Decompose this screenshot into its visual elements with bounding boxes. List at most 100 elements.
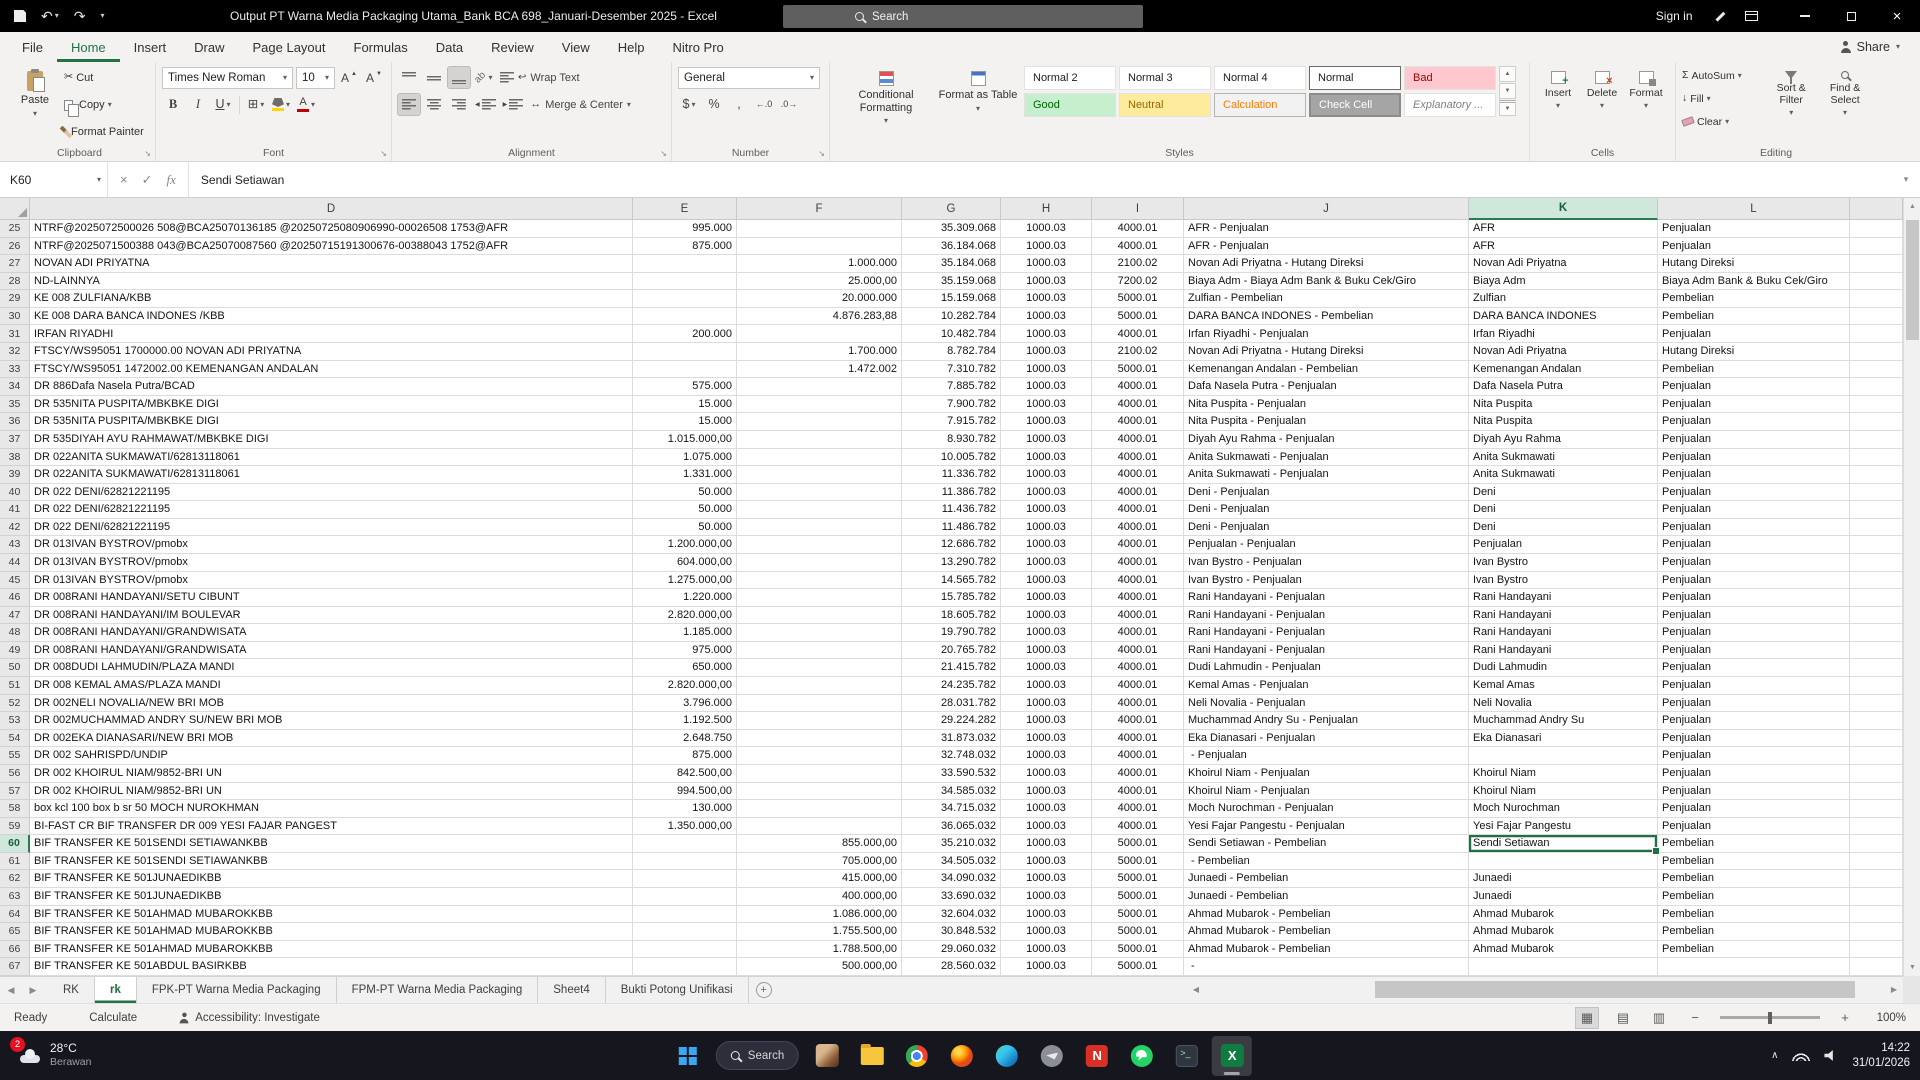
cell-K53[interactable]: Muchammad Andry Su: [1469, 712, 1658, 730]
column-header-d[interactable]: D: [30, 198, 633, 220]
cell-K44[interactable]: Ivan Bystro: [1469, 554, 1658, 572]
row-header-35[interactable]: 35: [0, 396, 30, 414]
cell-I46[interactable]: 4000.01: [1092, 589, 1184, 607]
cell-L29[interactable]: Pembelian: [1658, 290, 1850, 308]
cell-L55[interactable]: Penjualan: [1658, 747, 1850, 765]
cell-J55[interactable]: - Penjualan: [1184, 747, 1469, 765]
cell-K27[interactable]: Novan Adi Priyatna: [1469, 255, 1658, 273]
cell-G53[interactable]: 29.224.282: [902, 712, 1001, 730]
cell-style-explanatory[interactable]: Explanatory ...: [1404, 93, 1496, 117]
sheet-tab-1-rk[interactable]: rk: [95, 977, 137, 1003]
cell-I57[interactable]: 4000.01: [1092, 783, 1184, 801]
horizontal-scrollbar-thumb[interactable]: [1375, 981, 1855, 998]
cell-J64[interactable]: Ahmad Mubarok - Pembelian: [1184, 906, 1469, 924]
bottom-align-button[interactable]: [448, 67, 470, 88]
cell-E36[interactable]: 15.000: [633, 413, 737, 431]
sheet-tab-0-rk[interactable]: RK: [48, 977, 95, 1003]
cell-K29[interactable]: Zulfian: [1469, 290, 1658, 308]
row-header-48[interactable]: 48: [0, 624, 30, 642]
cell-K64[interactable]: Ahmad Mubarok: [1469, 906, 1658, 924]
cell-E27[interactable]: [633, 255, 737, 273]
cell-D44[interactable]: DR 013IVAN BYSTROV/pmobx: [30, 554, 633, 572]
cell-L32[interactable]: Hutang Direksi: [1658, 343, 1850, 361]
row-header-28[interactable]: 28: [0, 273, 30, 291]
column-header-l[interactable]: L: [1658, 198, 1850, 220]
cell-J29[interactable]: Zulfian - Pembelian: [1184, 290, 1469, 308]
cell-I37[interactable]: 4000.01: [1092, 431, 1184, 449]
cell-L30[interactable]: Pembelian: [1658, 308, 1850, 326]
cell-I39[interactable]: 4000.01: [1092, 466, 1184, 484]
copy-button[interactable]: Copy: [64, 93, 144, 116]
cell-F37[interactable]: [737, 431, 902, 449]
cell-D27[interactable]: NOVAN ADI PRIYATNA: [30, 255, 633, 273]
cell-E51[interactable]: 2.820.000,00: [633, 677, 737, 695]
cell-E38[interactable]: 1.075.000: [633, 449, 737, 467]
normal-view-button[interactable]: [1576, 1008, 1598, 1028]
cell-D25[interactable]: NTRF@2025072500026 508@BCA25070136185 @2…: [30, 220, 633, 238]
cell-F51[interactable]: [737, 677, 902, 695]
cell-E30[interactable]: [633, 308, 737, 326]
insert-function-button[interactable]: [167, 173, 176, 186]
cell-G66[interactable]: 29.060.032: [902, 941, 1001, 959]
cell-F32[interactable]: 1.700.000: [737, 343, 902, 361]
font-dialog-launcher[interactable]: [380, 150, 387, 158]
cell-H67[interactable]: 1000.03: [1001, 958, 1092, 976]
cell-E50[interactable]: 650.000: [633, 659, 737, 677]
cell-H38[interactable]: 1000.03: [1001, 449, 1092, 467]
cell-K52[interactable]: Neli Novalia: [1469, 695, 1658, 713]
alignment-dialog-launcher[interactable]: [660, 150, 667, 158]
cell-L61[interactable]: Pembelian: [1658, 853, 1850, 871]
start-button[interactable]: [668, 1036, 708, 1076]
page-break-view-button[interactable]: [1648, 1008, 1670, 1028]
cell-D60[interactable]: BIF TRANSFER KE 501SENDI SETIAWANKBB: [30, 835, 633, 853]
cell-L56[interactable]: Penjualan: [1658, 765, 1850, 783]
cell-F60[interactable]: 855.000,00: [737, 835, 902, 853]
cell-style-normal[interactable]: Normal: [1309, 66, 1401, 90]
cell-I60[interactable]: 5000.01: [1092, 835, 1184, 853]
cell-G45[interactable]: 14.565.782: [902, 572, 1001, 590]
row-header-46[interactable]: 46: [0, 589, 30, 607]
row-header-50[interactable]: 50: [0, 659, 30, 677]
cell-H29[interactable]: 1000.03: [1001, 290, 1092, 308]
cell-I59[interactable]: 4000.01: [1092, 818, 1184, 836]
row-header-52[interactable]: 52: [0, 695, 30, 713]
cell-D51[interactable]: DR 008 KEMAL AMAS/PLAZA MANDI: [30, 677, 633, 695]
cell-D46[interactable]: DR 008RANI HANDAYANI/SETU CIBUNT: [30, 589, 633, 607]
file-explorer-icon[interactable]: [852, 1036, 892, 1076]
cell-E62[interactable]: [633, 870, 737, 888]
cell-I63[interactable]: 5000.01: [1092, 888, 1184, 906]
column-header-e[interactable]: E: [633, 198, 737, 220]
cell-J40[interactable]: Deni - Penjualan: [1184, 484, 1469, 502]
hidden-icons-button[interactable]: [1771, 1051, 1778, 1061]
cell-J59[interactable]: Yesi Fajar Pangestu - Penjualan: [1184, 818, 1469, 836]
cell-D63[interactable]: BIF TRANSFER KE 501JUNAEDIKBB: [30, 888, 633, 906]
cell-L50[interactable]: Penjualan: [1658, 659, 1850, 677]
row-header-62[interactable]: 62: [0, 870, 30, 888]
cell-D66[interactable]: BIF TRANSFER KE 501AHMAD MUBAROKKBB: [30, 941, 633, 959]
weather-widget[interactable]: 2 28°C Berawan: [10, 1031, 91, 1080]
row-header-58[interactable]: 58: [0, 800, 30, 818]
cell-D57[interactable]: DR 002 KHOIRUL NIAM/9852-BRI UN: [30, 783, 633, 801]
cell-E37[interactable]: 1.015.000,00: [633, 431, 737, 449]
cell-I43[interactable]: 4000.01: [1092, 536, 1184, 554]
row-header-33[interactable]: 33: [0, 361, 30, 379]
sheet-tab-4-sheet4[interactable]: Sheet4: [538, 977, 605, 1003]
row-header-66[interactable]: 66: [0, 941, 30, 959]
cell-J39[interactable]: Anita Sukmawati - Penjualan: [1184, 466, 1469, 484]
cell-D62[interactable]: BIF TRANSFER KE 501JUNAEDIKBB: [30, 870, 633, 888]
clear-button[interactable]: Clear: [1682, 112, 1762, 131]
cell-I26[interactable]: 4000.01: [1092, 238, 1184, 256]
cell-D37[interactable]: DR 535DIYAH AYU RAHMAWAT/MBKBKE DIGI: [30, 431, 633, 449]
cell-D67[interactable]: BIF TRANSFER KE 501ABDUL BASIRKBB: [30, 958, 633, 976]
cell-D56[interactable]: DR 002 KHOIRUL NIAM/9852-BRI UN: [30, 765, 633, 783]
cell-J50[interactable]: Dudi Lahmudin - Penjualan: [1184, 659, 1469, 677]
row-header-42[interactable]: 42: [0, 519, 30, 537]
cell-K41[interactable]: Deni: [1469, 501, 1658, 519]
cell-D45[interactable]: DR 013IVAN BYSTROV/pmobx: [30, 572, 633, 590]
row-header-36[interactable]: 36: [0, 413, 30, 431]
cell-L42[interactable]: Penjualan: [1658, 519, 1850, 537]
zoom-in-button[interactable]: [1834, 1008, 1856, 1028]
cell-H55[interactable]: 1000.03: [1001, 747, 1092, 765]
cell-H26[interactable]: 1000.03: [1001, 238, 1092, 256]
close-button[interactable]: [1874, 0, 1920, 32]
